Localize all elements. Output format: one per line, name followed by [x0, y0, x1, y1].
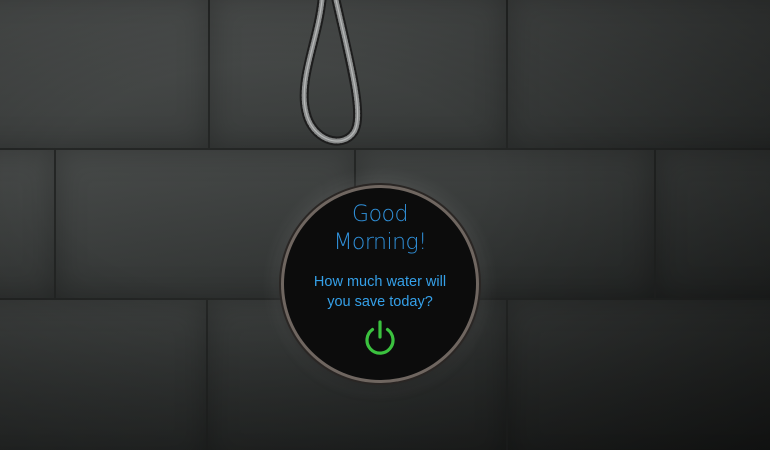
shower-hose	[299, 0, 363, 146]
wall-tile	[506, 298, 770, 450]
shower-wall-scene: Good Morning! How much water will you sa…	[0, 0, 770, 450]
wall-tile	[506, 0, 770, 150]
power-button[interactable]	[360, 318, 400, 358]
wall-tile	[0, 148, 56, 300]
wall-tile	[0, 0, 210, 150]
wall-tile	[654, 148, 770, 300]
greeting-line-1: Good	[352, 202, 408, 227]
wall-tile	[0, 298, 208, 450]
prompt-line-1: How much water will	[313, 274, 447, 290]
prompt-line-2: you save today?	[327, 294, 433, 310]
power-icon	[365, 320, 395, 355]
greeting-line-2: Morning!	[333, 230, 427, 255]
shower-display: Good Morning! How much water will you sa…	[284, 188, 476, 380]
